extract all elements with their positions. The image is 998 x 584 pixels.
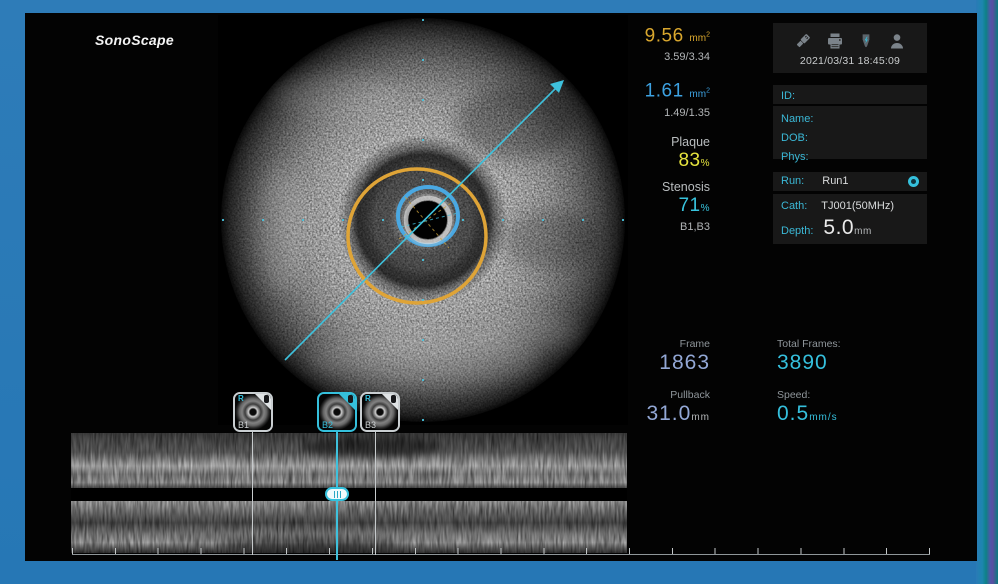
bookmark-thumbnail-b3[interactable]: R B3 [360,392,400,432]
frame-label: Frame [570,339,710,350]
plaque-label: Plaque [570,135,710,149]
patient-info-panel: Name: DOB: Phys: [773,106,927,159]
patient-phys-field[interactable]: Phys: [781,147,919,166]
run-selector[interactable]: Run: Run1 [773,172,927,191]
longitudinal-view[interactable] [71,433,627,553]
speed-label: Speed: [777,390,937,401]
system-datetime: 2021/03/31 18:45:09 [773,55,927,67]
printer-icon[interactable] [826,32,844,50]
lumen-area-value: 1.61 mm2 [570,81,710,104]
toolbar-icons [773,30,927,52]
bookmark-b3-label: B3 [365,420,376,430]
total-frames-readout: Total Frames: 3890 Speed: 0.5mm/s [777,339,937,429]
ivus-cross-section-view[interactable] [218,15,628,425]
eem-area-value: 9.56 mm2 [570,26,710,49]
system-toolbar: 2021/03/31 18:45:09 [773,23,927,73]
brand-logo: SonoScape [95,32,174,48]
lumen-area-unit: mm2 [689,89,710,100]
bookmark-b2-flag-icon[interactable] [348,395,353,403]
ivus-image [218,15,628,425]
depth-value: 5.0mm [823,216,871,240]
stenosis-label: Stenosis [570,180,710,194]
bookmark-thumbnail-b1[interactable]: R B1 [233,392,273,432]
run-record-icon[interactable] [908,176,919,187]
bookmark-b1-flag-icon[interactable] [264,395,269,403]
monitor-bezel-stripes [976,0,998,584]
plaque-value: 83% [570,151,710,174]
depth-row: Depth: 5.0mm [781,216,919,240]
patient-name-field[interactable]: Name: [781,109,919,128]
bookmark-b2-label: B2 [322,420,333,430]
bookmark-b3-flag-icon[interactable] [391,395,396,403]
patient-id-label: ID: [781,90,795,102]
eem-diameters: 3.59/3.34 [570,51,710,64]
cath-value: TJ001(50MHz) [821,199,894,213]
frame-readout: Frame 1863 Pullback 31.0mm [570,339,710,429]
bookmark-b1-marker: R [238,394,244,404]
monitor-frame: SonoScape [0,0,998,584]
total-frames-label: Total Frames: [777,339,937,350]
eem-area-unit: mm2 [689,33,710,44]
measurement-panel: 9.56 mm2 3.59/3.34 1.61 mm2 1.49/1.35 Pl… [570,26,710,234]
frame-value: 1863 [570,352,710,374]
pullback-value: 31.0mm [570,403,710,429]
probe-icon[interactable] [858,32,874,50]
catheter-shadow [409,201,447,239]
pullback-ruler[interactable] [72,548,930,555]
depth-label: Depth: [781,225,813,237]
ivus-workstation-screen: SonoScape [25,13,977,561]
bookmark-b3-frame-line[interactable] [375,432,376,555]
frame-slider-handle[interactable] [325,487,349,501]
run-label: Run: [781,172,804,191]
bookmark-b3-marker: R [365,394,371,404]
eem-area-number: 9.56 [645,25,684,46]
bookmark-b1-label: B1 [238,420,249,430]
cath-label: Cath: [781,199,807,213]
longitudinal-strip-bottom [71,498,627,553]
catheter-info-panel: Cath: TJ001(50MHz) Depth: 5.0mm [773,194,927,244]
user-icon[interactable] [888,32,906,50]
bookmark-b1-frame-line[interactable] [252,432,253,555]
run-value: Run1 [822,172,908,191]
pullback-label: Pullback [570,390,710,401]
bookmark-thumbnail-b2[interactable]: B2 [317,392,357,432]
lumen-area-number: 1.61 [645,81,684,102]
total-frames-value: 3890 [777,352,937,374]
stenosis-value: 71% [570,196,710,219]
speed-value: 0.5mm/s [777,403,937,429]
stenosis-reference-bookmarks: B1,B3 [570,221,710,234]
usb-icon[interactable] [794,32,812,50]
longitudinal-strip-top [71,433,627,488]
patient-id-field[interactable]: ID: [773,85,927,104]
catheter-row: Cath: TJ001(50MHz) [781,199,919,213]
lumen-diameters: 1.49/1.35 [570,107,710,120]
patient-dob-field[interactable]: DOB: [781,128,919,147]
